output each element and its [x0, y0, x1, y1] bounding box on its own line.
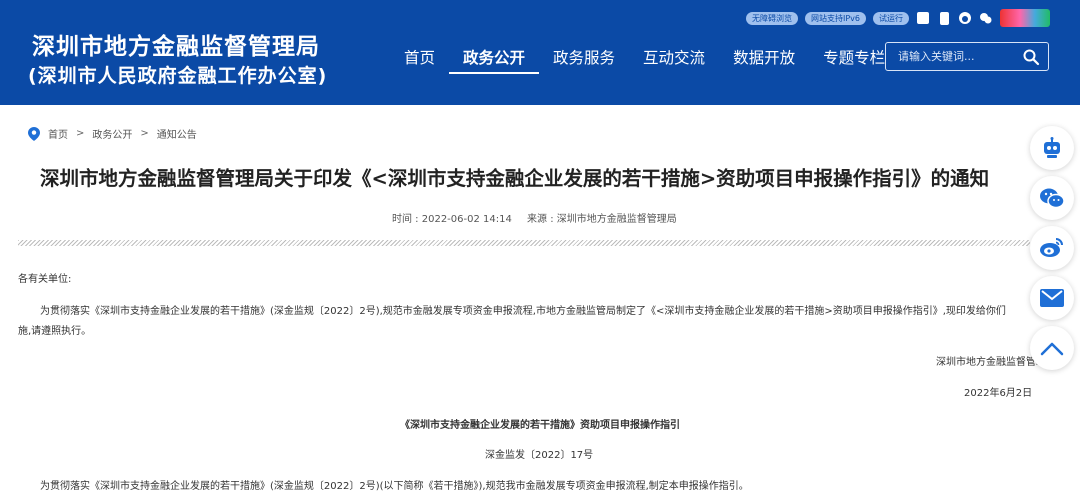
article-source: 来源 : 深圳市地方金融监督管理局 [527, 214, 677, 225]
divider [18, 240, 1030, 246]
chevron-up-icon [1040, 342, 1064, 356]
weibo-icon [1040, 238, 1063, 257]
weibo-share-button[interactable] [1030, 226, 1074, 270]
reader-icon[interactable] [916, 11, 930, 25]
location-pin-icon [28, 126, 40, 141]
breadcrumb-separator: > [140, 128, 149, 139]
robot-assistant-button[interactable] [1030, 126, 1074, 170]
wechat-icon[interactable] [979, 11, 993, 25]
ipv6-badge[interactable]: 网站支持IPv6 [804, 11, 866, 25]
top-links: 无障碍浏览 网站支持IPv6 试运行 [745, 9, 1050, 27]
article-title: 深圳市地方金融监督管理局关于印发《<深圳市支持金融企业发展的若干措施>资助项目申… [40, 167, 990, 190]
robot-icon [1044, 137, 1060, 158]
paragraph-1-line-2: 施,请遵照执行。 [18, 326, 92, 337]
nav-home[interactable]: 首页 [390, 44, 449, 74]
mobile-icon[interactable] [937, 11, 951, 25]
main-nav: 首页 政务公开 政务服务 互动交流 数据开放 专题专栏 [390, 44, 899, 74]
search-icon[interactable] [1022, 48, 1040, 66]
breadcrumb-notices[interactable]: 通知公告 [157, 126, 197, 141]
salutation: 各有关单位: [18, 274, 72, 285]
org-name[interactable]: 深圳市地方金融监督管理局 [32, 27, 320, 61]
paragraph-2-line-1: 为贯彻落实《深圳市支持金融企业发展的若干措施》(深金监规〔2022〕2号)(以下… [40, 481, 749, 492]
trial-run-badge[interactable]: 试运行 [873, 11, 909, 25]
weibo-icon[interactable] [958, 11, 972, 25]
attachment-title: 《深圳市支持金融企业发展的若干措施》资助项目申报操作指引 [400, 420, 680, 431]
nav-interaction[interactable]: 互动交流 [629, 44, 719, 74]
breadcrumb-separator: > [76, 128, 85, 139]
breadcrumb: 首页 > 政务公开 > 通知公告 [28, 126, 197, 141]
publish-time: 时间 : 2022-06-02 14:14 [392, 214, 512, 225]
email-share-button[interactable] [1030, 276, 1074, 320]
sign-date: 2022年6月2日 [964, 388, 1033, 399]
site-header: 深圳市地方金融监督管理局 (深圳市人民政府金融工作办公室) 无障碍浏览 网站支持… [0, 0, 1080, 105]
search-box [885, 42, 1049, 71]
org-subname: (深圳市人民政府金融工作办公室) [28, 65, 328, 87]
wechat-share-button[interactable] [1030, 176, 1074, 220]
accessibility-link[interactable]: 无障碍浏览 [745, 11, 798, 25]
paragraph-1-line-1: 为贯彻落实《深圳市支持金融企业发展的若干措施》(深金监规〔2022〕2号),规范… [40, 306, 1006, 317]
search-input[interactable] [886, 43, 1016, 70]
nav-gov-affairs[interactable]: 政务公开 [449, 44, 540, 74]
gov-logo-icon[interactable] [1000, 9, 1050, 27]
nav-open-data[interactable]: 数据开放 [719, 44, 809, 74]
nav-gov-services[interactable]: 政务服务 [539, 44, 629, 74]
breadcrumb-home[interactable]: 首页 [48, 126, 68, 141]
wechat-icon [1040, 188, 1065, 209]
email-icon [1040, 289, 1064, 307]
article-meta: 时间 : 2022-06-02 14:14 来源 : 深圳市地方金融监督管理局 [392, 210, 677, 225]
back-to-top-button[interactable] [1030, 326, 1074, 370]
breadcrumb-gov-affairs[interactable]: 政务公开 [92, 126, 132, 141]
document-number: 深金监发〔2022〕17号 [485, 450, 594, 461]
